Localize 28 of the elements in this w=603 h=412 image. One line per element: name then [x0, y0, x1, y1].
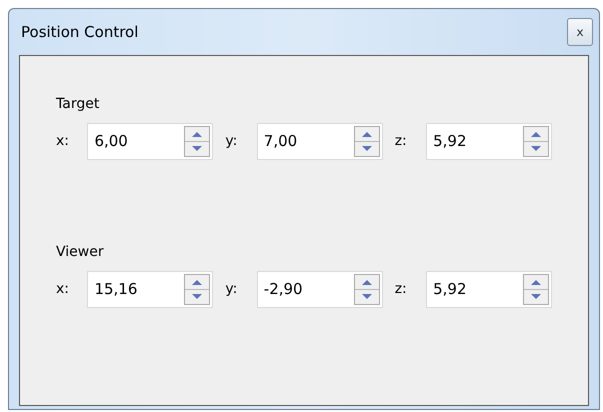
spin-box[interactable]: -2,90	[256, 271, 383, 308]
field-label: y:	[225, 280, 238, 299]
spinner-icon[interactable]	[184, 274, 210, 305]
spinner-icon[interactable]	[354, 274, 380, 305]
field-label: x:	[56, 280, 70, 299]
spin-box[interactable]: 5,92	[426, 271, 552, 308]
field-label: x:	[56, 132, 70, 151]
field-label: z:	[394, 132, 408, 151]
spinner-icon[interactable]	[523, 126, 550, 157]
spin-box[interactable]: 5,92	[426, 123, 552, 160]
field-label: z:	[394, 280, 408, 299]
field-label: y:	[225, 132, 238, 151]
field-value: 15,16	[94, 279, 138, 300]
spin-box[interactable]: 6,00	[87, 123, 214, 160]
field-value: 5,92	[433, 279, 468, 300]
group-label: Target	[56, 95, 100, 114]
spin-box[interactable]: 15,16	[87, 271, 214, 308]
group-label: Viewer	[56, 243, 105, 262]
spin-box[interactable]: 7,00	[256, 123, 383, 160]
spinner-icon[interactable]	[523, 274, 550, 305]
field-value: 5,92	[433, 131, 468, 152]
spinner-icon[interactable]	[184, 126, 210, 157]
close-button[interactable]: x	[567, 18, 593, 46]
window-title: Position Control	[21, 22, 138, 43]
field-value: -2,90	[264, 279, 304, 300]
field-value: 6,00	[94, 131, 129, 152]
spinner-icon[interactable]	[354, 126, 380, 157]
field-value: 7,00	[264, 131, 298, 152]
